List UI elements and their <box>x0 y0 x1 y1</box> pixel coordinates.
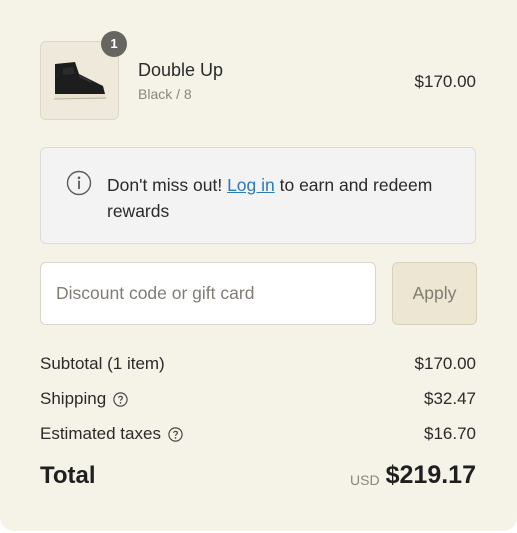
total-label: Total <box>40 462 96 489</box>
product-variant: Black / 8 <box>138 86 192 102</box>
taxes-value: $16.70 <box>424 424 476 443</box>
login-link[interactable]: Log in <box>227 175 275 195</box>
apply-button[interactable]: Apply <box>392 262 477 325</box>
rewards-notice: Don't miss out! Log in to earn and redee… <box>40 147 476 244</box>
rewards-message: Don't miss out! Log in to earn and redee… <box>107 172 457 224</box>
taxes-row: Estimated taxes $16.70 <box>40 424 476 448</box>
notice-text-before: Don't miss out! <box>107 175 228 195</box>
info-icon <box>66 170 92 196</box>
sneaker-icon <box>53 62 107 100</box>
total-value: $219.17 <box>385 461 476 489</box>
product-price: $170.00 <box>414 72 476 91</box>
subtotal-row: Subtotal (1 item) $170.00 <box>40 354 476 378</box>
shipping-row: Shipping $32.47 <box>40 389 476 413</box>
line-item: 1 Double Up Black / 8 $170.00 <box>40 31 476 122</box>
shipping-value: $32.47 <box>424 389 476 408</box>
shipping-label: Shipping <box>40 389 107 408</box>
product-name: Double Up <box>138 60 224 80</box>
order-summary-panel: 1 Double Up Black / 8 $170.00 Don't miss… <box>0 0 517 531</box>
subtotal-value: $170.00 <box>414 354 476 373</box>
taxes-label: Estimated taxes <box>40 424 161 443</box>
question-circle-icon[interactable] <box>168 426 183 442</box>
discount-code-input[interactable] <box>40 262 376 325</box>
subtotal-label: Subtotal (1 item) <box>40 354 165 373</box>
total-currency: USD <box>350 472 380 488</box>
quantity-badge: 1 <box>101 31 127 57</box>
question-circle-icon[interactable] <box>113 391 128 407</box>
product-thumbnail: 1 <box>40 31 127 120</box>
